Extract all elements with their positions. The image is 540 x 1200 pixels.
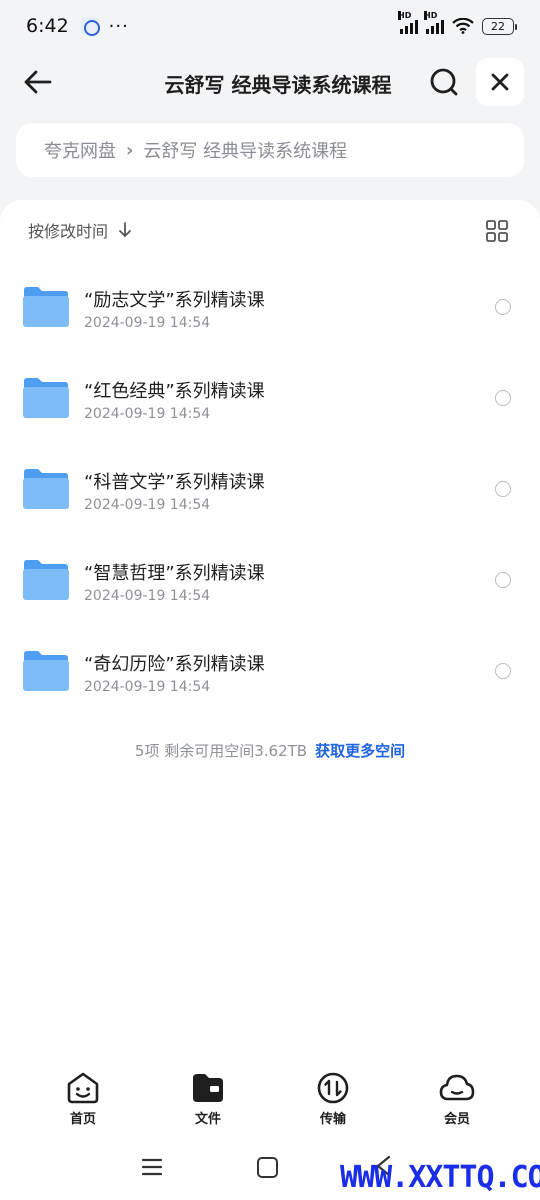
search-icon[interactable]	[428, 66, 460, 98]
file-name: “奇幻历险”系列精读课	[84, 654, 265, 675]
file-date: 2024-09-19 14:54	[84, 588, 211, 604]
get-more-space-link[interactable]: 获取更多空间	[315, 742, 405, 760]
wifi-icon	[452, 18, 474, 34]
transfer-icon	[317, 1072, 349, 1104]
sort-button[interactable]: 按修改时间	[28, 218, 132, 242]
file-list: “励志文学”系列精读课 2024-09-19 14:54 “红色经典”系列精读课…	[0, 262, 540, 717]
tab-files[interactable]: 文件	[168, 1068, 248, 1127]
home-smile-icon	[67, 1072, 99, 1104]
recent-apps-icon[interactable]	[141, 1158, 163, 1176]
battery-icon: 22	[482, 17, 517, 35]
close-button[interactable]	[476, 58, 524, 106]
sort-label: 按修改时间	[28, 222, 109, 241]
select-radio[interactable]	[495, 663, 511, 679]
folder-icon	[193, 1074, 223, 1102]
storage-summary-text: 5项 剩余可用空间3.62TB	[134, 742, 308, 760]
app-notification-icon	[80, 17, 100, 36]
list-item[interactable]: “红色经典”系列精读课 2024-09-19 14:54	[0, 353, 540, 444]
breadcrumb: 夸克网盘 › 云舒写 经典导读系统课程	[16, 123, 524, 177]
more-notifications-icon: ···	[108, 15, 129, 37]
grid-view-icon[interactable]	[486, 220, 508, 242]
folder-icon	[23, 287, 69, 327]
tab-home[interactable]: 首页	[43, 1068, 123, 1127]
storage-summary: 5项 剩余可用空间3.62TB 获取更多空间	[0, 740, 540, 761]
folder-icon	[23, 560, 69, 600]
close-icon	[491, 73, 509, 91]
list-item[interactable]: “科普文学”系列精读课 2024-09-19 14:54	[0, 444, 540, 535]
home-icon[interactable]	[257, 1157, 278, 1178]
file-date: 2024-09-19 14:54	[84, 679, 211, 695]
select-radio[interactable]	[495, 299, 511, 315]
folder-icon	[23, 378, 69, 418]
file-date: 2024-09-19 14:54	[84, 315, 211, 331]
folder-icon	[23, 651, 69, 691]
select-radio[interactable]	[495, 572, 511, 588]
cellular-signal-icon: HD	[398, 11, 418, 34]
folder-icon	[23, 469, 69, 509]
status-time: 6:42	[26, 15, 69, 37]
cellular-signal-icon: HD	[424, 11, 444, 34]
file-name: “智慧哲理”系列精读课	[84, 563, 265, 584]
select-radio[interactable]	[495, 390, 511, 406]
breadcrumb-current: 云舒写 经典导读系统课程	[143, 141, 348, 162]
status-bar: 6:42 ··· HD HD 22	[0, 0, 540, 52]
file-name: “红色经典”系列精读课	[84, 381, 265, 402]
file-name: “科普文学”系列精读课	[84, 472, 265, 493]
breadcrumb-root[interactable]: 夸克网盘	[44, 137, 116, 163]
tab-transfer[interactable]: 传输	[293, 1068, 373, 1127]
select-radio[interactable]	[495, 481, 511, 497]
file-date: 2024-09-19 14:54	[84, 406, 211, 422]
file-list-panel: 按修改时间 “励志文学”系列精读课 2024-09-19 14:54 “红色经典…	[0, 200, 540, 1200]
top-app-bar: 云舒写 经典导读系统课程	[0, 52, 540, 114]
list-item[interactable]: “励志文学”系列精读课 2024-09-19 14:54	[0, 262, 540, 353]
bottom-tab-bar: 首页 文件 传输 会员	[0, 1068, 540, 1130]
file-date: 2024-09-19 14:54	[84, 497, 211, 513]
watermark: WWW.XXTTQ.COM	[340, 1160, 540, 1195]
cloud-icon	[439, 1074, 475, 1101]
arrow-down-icon	[119, 222, 131, 237]
list-item[interactable]: “智慧哲理”系列精读课 2024-09-19 14:54	[0, 535, 540, 626]
breadcrumb-separator-icon: ›	[126, 139, 134, 161]
file-name: “励志文学”系列精读课	[84, 290, 265, 311]
tab-membership[interactable]: 会员	[417, 1068, 497, 1127]
list-item[interactable]: “奇幻历险”系列精读课 2024-09-19 14:54	[0, 626, 540, 717]
